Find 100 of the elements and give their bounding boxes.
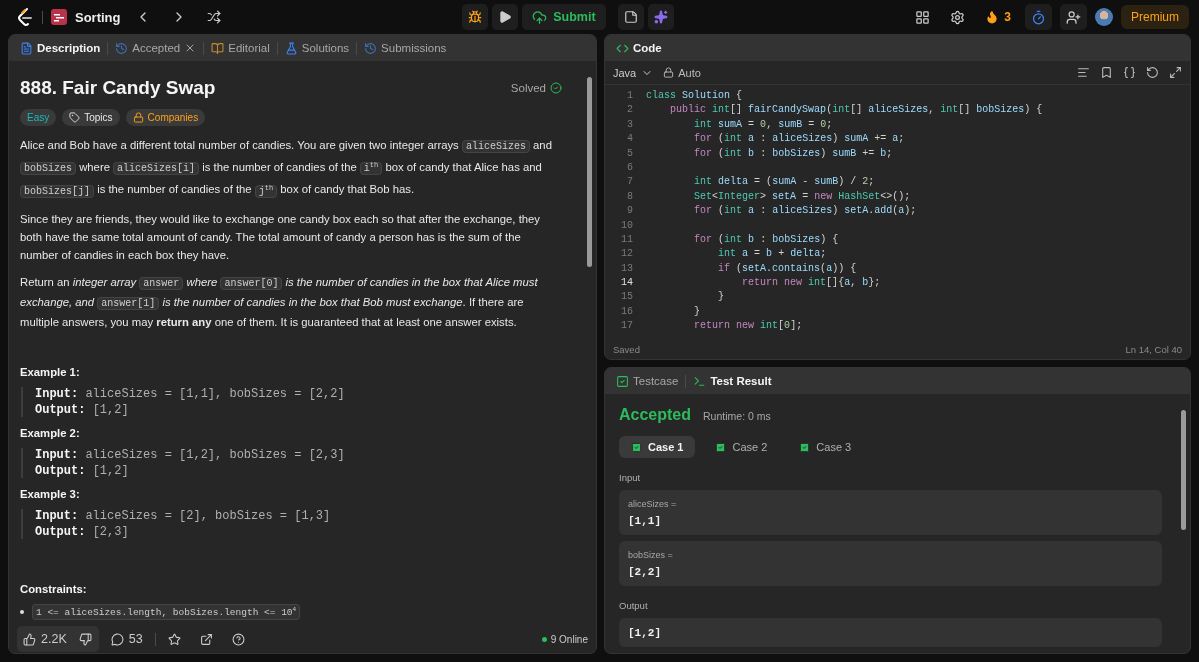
line-number: 10: [620, 218, 633, 233]
help-icon: [232, 632, 246, 646]
example-output-text: Output: [2,3]: [35, 524, 130, 539]
variable-name: bobSizes =: [628, 550, 674, 560]
language-select[interactable]: Java: [613, 59, 654, 86]
online-count: 9 Online: [550, 633, 588, 645]
constraints-title: Constraints:: [20, 582, 88, 595]
line-number: 9: [626, 204, 633, 219]
code-line: return new int[0];: [693, 319, 803, 334]
bookmark-icon[interactable]: [1100, 66, 1113, 79]
panel-tab[interactable]: Test Result: [690, 374, 775, 388]
line-number: 17: [620, 319, 633, 334]
format-icon[interactable]: [1077, 66, 1090, 79]
difficulty-tag[interactable]: Easy: [20, 109, 57, 126]
streak-button[interactable]: 3: [979, 4, 1017, 30]
example-output-text: Output: [1,2]: [35, 402, 130, 417]
lock-icon: [663, 67, 675, 78]
panel-tab[interactable]: Accepted: [112, 41, 200, 55]
description-paragraph: Return an integer array answer where answer[0] is the number of candies in the box that Alice must exchange, and answer[1] is the number of candies in the box that Bob must exchange. If there are multiple answers, you may return any one of them. It is guaranteed that at least one answer exists.: [20, 274, 539, 330]
topics-tag[interactable]: Topics: [62, 109, 120, 126]
sparkles-icon: [653, 10, 668, 24]
external-link-icon: [200, 632, 214, 646]
book-icon: [211, 41, 225, 55]
lock-icon: [132, 112, 144, 123]
settings-icon: [950, 9, 966, 25]
play-icon: [498, 10, 513, 24]
streak-count: 3: [1004, 10, 1011, 24]
add-user-button[interactable]: [1060, 4, 1087, 30]
verdict: Accepted: [619, 406, 692, 424]
stopwatch-icon: [1031, 9, 1046, 25]
comments-button[interactable]: 53: [104, 626, 149, 652]
code-line: Set<Integer> setA = new HashSet<>();: [693, 189, 911, 204]
output-value: [1,2]: [628, 627, 662, 639]
panel-tab[interactable]: Editorial: [208, 41, 273, 55]
save-status: Saved: [613, 343, 640, 355]
timer-button[interactable]: [1025, 4, 1052, 30]
check-icon: [715, 441, 727, 453]
expand-icon[interactable]: [1169, 66, 1182, 79]
mode-label: Auto: [678, 66, 701, 79]
code-line: if (setA.contains(a)) {: [717, 261, 857, 276]
input-label: Input: [619, 472, 642, 483]
example-title: Example 3:: [20, 487, 81, 500]
case-tab[interactable]: Case 3: [787, 436, 864, 458]
cursor-position: Ln 14, Col 40: [1125, 343, 1182, 355]
terminal-icon: [693, 374, 707, 388]
description-paragraph: Since they are friends, they would like to exchange one candy box each so that after the exchange, they both have the same total amount of candy. The total amount of candy a person has is the sum of the number of candies in each box they have.: [20, 211, 541, 263]
line-number: 14: [620, 276, 633, 291]
panel-tab[interactable]: Solutions: [281, 41, 353, 55]
panel-tab[interactable]: Submissions: [361, 41, 450, 55]
logo-icon[interactable]: [16, 7, 34, 27]
shuffle-icon: [206, 10, 221, 24]
variable-value: [2,2]: [628, 566, 662, 578]
output-label: Output: [619, 600, 649, 611]
checkbox-icon: [616, 374, 629, 388]
line-number: 3: [626, 117, 633, 132]
solved-status: Solved: [510, 82, 546, 94]
run-button[interactable]: [492, 4, 519, 30]
companies-tag[interactable]: Companies: [125, 109, 206, 126]
premium-button[interactable]: Premium: [1121, 5, 1189, 29]
constraint-text: 1 <= aliceSizes.length, bobSizes.length <= 10$^{4}$: [32, 603, 301, 620]
line-number: 5: [626, 146, 633, 161]
code-line: int sumA = 0, sumB = 0;: [693, 117, 833, 132]
braces-icon[interactable]: [1123, 66, 1136, 79]
thumbs-down-icon: [79, 632, 93, 646]
panel-tab[interactable]: Code: [613, 41, 665, 55]
ai-button[interactable]: [647, 4, 674, 30]
example-input-text: Input: aliceSizes = [1,1], bobSizes = [2,2]: [35, 386, 346, 401]
flask-icon: [284, 41, 298, 55]
line-number: 8: [626, 189, 633, 204]
variable-name: aliceSizes =: [628, 499, 678, 509]
reset-icon[interactable]: [1146, 66, 1159, 79]
line-number: 15: [620, 290, 633, 305]
case-tab[interactable]: Case 2: [703, 436, 780, 458]
code-line: for (int a : aliceSizes) sumA += a;: [693, 132, 905, 147]
code-line: for (int b : bobSizes) sumB += b;: [693, 146, 893, 161]
note-button[interactable]: [617, 4, 644, 30]
line-number: 16: [620, 304, 633, 319]
line-number: 2: [626, 103, 633, 118]
runtime: Runtime: 0 ms: [703, 410, 771, 422]
code-line: for (int b : bobSizes) {: [693, 232, 839, 247]
variable-value: [1,1]: [628, 515, 662, 527]
code-line: class Solution {: [646, 89, 743, 103]
problem-list-title[interactable]: Sorting: [75, 9, 121, 25]
line-number: 1: [626, 89, 633, 103]
submit-button[interactable]: Submit: [522, 4, 606, 30]
line-number: 4: [626, 132, 633, 147]
case-tab[interactable]: Case 1: [619, 436, 696, 458]
debug-button[interactable]: [462, 4, 489, 30]
panel-tab[interactable]: Testcase: [613, 374, 682, 388]
add-user-icon: [1066, 9, 1081, 25]
description-paragraph: Alice and Bob have a different total number of candies. You are given two integer arrays aliceSizes and bobSizes where aliceSizes[i] is the number of candies of the i$^{th}$ box of candy that Alice has and bobSizes[j] is the number of candies of the j$^{th}$ box of candy that Bob has.: [20, 138, 553, 200]
flame-icon: [985, 10, 1000, 24]
example-output-text: Output: [1,2]: [35, 463, 130, 478]
code-line: return new int[]{a, b};: [741, 276, 881, 291]
example-input-text: Input: aliceSizes = [1,2], bobSizes = [2,3]: [35, 447, 346, 462]
avatar[interactable]: [1095, 8, 1113, 26]
grid-icon: [915, 9, 931, 25]
line-number: 6: [626, 160, 633, 175]
thumbs-up-icon: [23, 632, 36, 646]
panel-tab[interactable]: Description: [17, 41, 104, 55]
